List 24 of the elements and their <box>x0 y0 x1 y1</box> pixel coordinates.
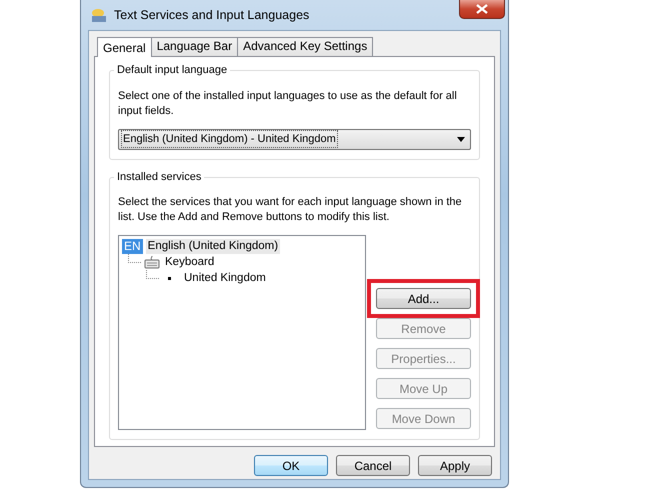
group-legend: Default input language <box>114 63 230 78</box>
app-icon <box>90 7 108 23</box>
tree-connector <box>128 254 141 263</box>
window-title: Text Services and Input Languages <box>114 6 310 24</box>
bullet-icon <box>168 276 171 280</box>
language-dropdown[interactable]: English (United Kingdom) - United Kingdom <box>118 128 471 150</box>
tab[interactable]: General <box>97 37 152 57</box>
service-button[interactable]: Add... <box>376 288 471 309</box>
description-text: Select the services that you want for each input language shown in the list. Use the Add and Remove buttons to modify this list. <box>118 195 463 225</box>
close-button[interactable] <box>459 0 505 19</box>
tree-connector <box>146 270 159 279</box>
language-badge: EN <box>122 238 143 254</box>
description-text: Select one of the installed input languages to use as the default for all input fields. <box>118 88 458 118</box>
keyboard-icon <box>144 255 160 269</box>
tree-item[interactable]: United Kingdom <box>182 270 268 286</box>
tab[interactable]: Language Bar <box>150 37 238 56</box>
dialog-button[interactable]: OK <box>254 455 328 476</box>
tab[interactable]: Advanced Key Settings <box>237 37 374 56</box>
tree-item[interactable]: Keyboard <box>163 254 216 270</box>
close-icon <box>476 4 488 14</box>
tree-item[interactable]: English (United Kingdom) <box>146 238 280 254</box>
dialog-button[interactable]: Cancel <box>336 455 410 476</box>
dropdown-arrow-icon <box>457 136 465 142</box>
dialog-button[interactable]: Apply <box>418 455 492 476</box>
